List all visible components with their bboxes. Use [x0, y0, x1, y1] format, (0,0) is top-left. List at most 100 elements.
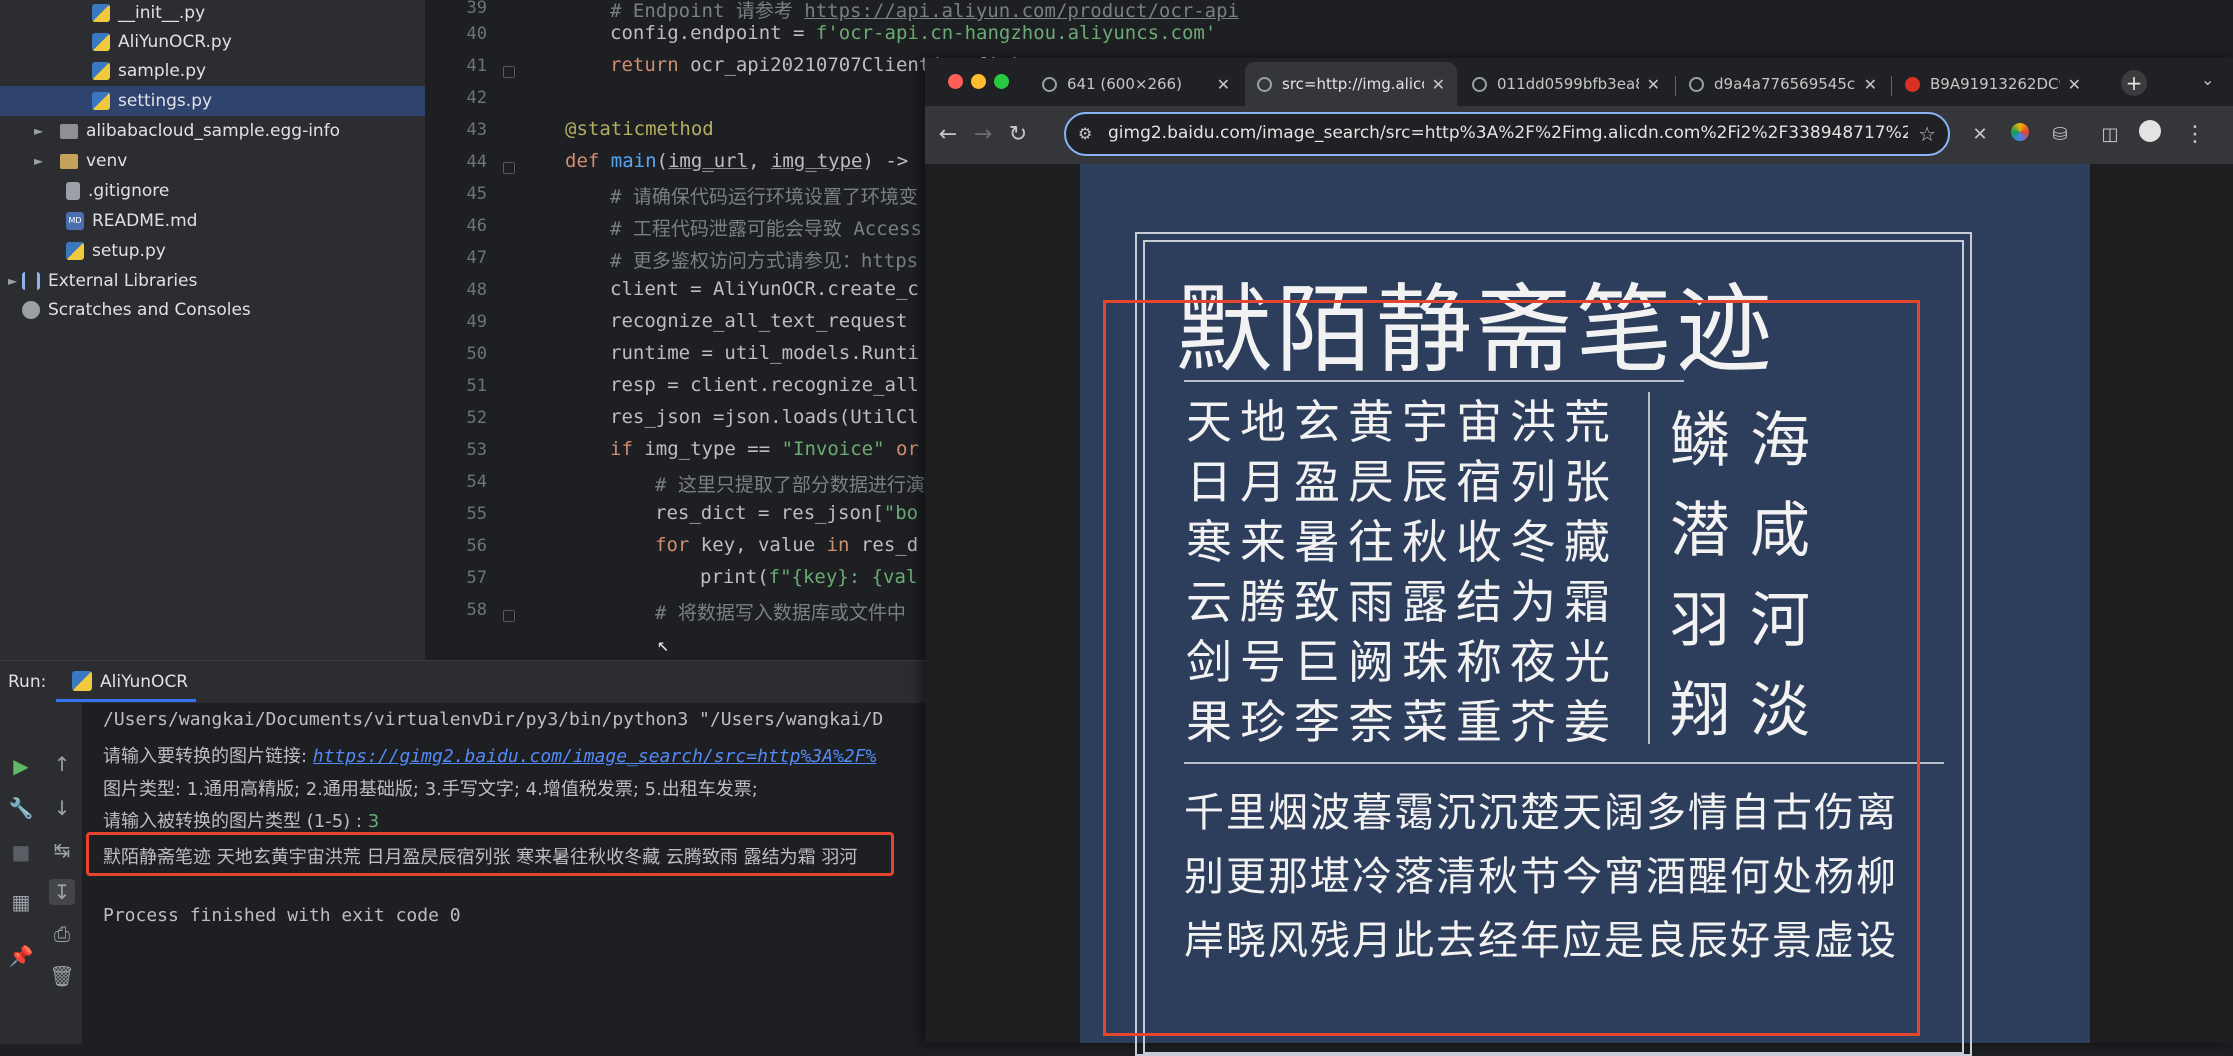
- browser-tab[interactable]: 641 (600×266) ✕: [1030, 62, 1242, 106]
- image-highlight-box: [1103, 300, 1920, 1036]
- line-number: 51: [466, 376, 487, 396]
- wrench-icon[interactable]: 🔧: [8, 795, 34, 821]
- python-file-icon: [92, 62, 110, 80]
- project-tree: __init__.py AliYunOCR.py sample.py setti…: [0, 0, 517, 660]
- globe-icon: [1472, 76, 1487, 92]
- tree-item-label: Scratches and Consoles: [48, 300, 251, 320]
- pin-icon[interactable]: 📌: [8, 943, 34, 969]
- fold-icon[interactable]: [503, 162, 515, 174]
- code-text: res_d: [860, 534, 919, 556]
- code-text: print(: [700, 566, 769, 588]
- code-editor[interactable]: 39 40 41 42 43 44 45 46 47 48 49 50 51 5…: [425, 0, 1239, 660]
- close-tab-icon[interactable]: ✕: [2068, 75, 2081, 94]
- forward-icon[interactable]: →: [968, 120, 998, 150]
- code-text: ) ->: [862, 150, 909, 172]
- fold-icon[interactable]: [503, 66, 515, 78]
- line-number: 45: [466, 184, 487, 204]
- browser-tab[interactable]: d9a4a776569545c ✕: [1677, 62, 1889, 106]
- code-string: "bo: [883, 502, 919, 524]
- stop-icon[interactable]: ■: [8, 839, 34, 865]
- console-url-link[interactable]: https://gimg2.baidu.com/image_search/src…: [313, 746, 877, 767]
- tree-item-label: README.md: [92, 211, 198, 231]
- scroll-to-end-icon[interactable]: ↧: [49, 879, 75, 905]
- reload-icon[interactable]: ↻: [1003, 120, 1033, 150]
- bookmark-star-icon[interactable]: ☆: [1918, 122, 1936, 146]
- back-icon[interactable]: ←: [933, 120, 963, 150]
- tree-item-label: venv: [86, 151, 128, 171]
- tree-item-gitignore[interactable]: .gitignore: [0, 176, 491, 206]
- globe-icon: [1042, 76, 1057, 92]
- chevron-right-icon[interactable]: ►: [8, 274, 22, 288]
- browser-tab[interactable]: 011dd0599bfb3ea8 ✕: [1460, 62, 1672, 106]
- tree-item-readme[interactable]: MD README.md: [0, 206, 491, 236]
- tree-item-label: settings.py: [118, 91, 213, 111]
- arrow-down-icon[interactable]: ↓: [49, 795, 75, 821]
- chevron-right-icon[interactable]: ►: [34, 154, 48, 168]
- browser-tab-active[interactable]: src=http://img.alicdn ✕: [1245, 62, 1457, 106]
- soft-wrap-icon[interactable]: ↹: [49, 837, 75, 863]
- tree-item-label: AliYunOCR.py: [118, 32, 232, 52]
- menu-icon[interactable]: ⋮: [2180, 120, 2210, 150]
- profile-avatar[interactable]: [2135, 120, 2165, 150]
- line-number: 39: [466, 0, 487, 18]
- tree-item-setup[interactable]: setup.py: [0, 236, 491, 266]
- python-file-icon: [92, 33, 110, 51]
- close-tab-icon[interactable]: ✕: [1432, 75, 1445, 94]
- line-number: 41: [466, 56, 487, 76]
- code-link[interactable]: https://api.aliyun.com/product/ocr-api: [804, 0, 1239, 22]
- close-icon[interactable]: ✕: [1965, 120, 1995, 150]
- run-header: Run: AliYunOCR: [0, 661, 925, 703]
- code-comment: # Endpoint 请参考: [610, 0, 805, 22]
- code-string: f"{key}: {val: [768, 566, 918, 588]
- fold-icon[interactable]: [503, 610, 515, 622]
- run-toolbar: ▶ 🔧 ■ ▦ 📌: [0, 703, 43, 1044]
- line-number: 57: [466, 568, 487, 588]
- address-bar[interactable]: ⚙ gimg2.baidu.com/image_search/src=http%…: [1064, 112, 1950, 156]
- line-number: 54: [466, 472, 487, 492]
- tab-search-icon[interactable]: ⌄: [2201, 70, 2214, 89]
- print-icon[interactable]: ⎙: [49, 921, 75, 947]
- tree-item-label: External Libraries: [48, 271, 198, 291]
- line-number: 52: [466, 408, 487, 428]
- site-info-icon[interactable]: ⚙: [1078, 124, 1092, 143]
- arrow-up-icon[interactable]: ↑: [49, 751, 75, 777]
- line-number: 50: [466, 344, 487, 364]
- close-window-icon[interactable]: [948, 74, 963, 89]
- library-icon: [22, 272, 40, 290]
- rerun-icon[interactable]: ▶: [8, 753, 34, 779]
- run-label: Run:: [8, 672, 47, 692]
- new-tab-icon[interactable]: +: [2121, 70, 2147, 96]
- code-text: img_type ==: [644, 438, 782, 460]
- python-file-icon: [92, 92, 110, 110]
- tab-title: 641 (600×266): [1067, 75, 1182, 93]
- minimize-window-icon[interactable]: [971, 74, 986, 89]
- layout-icon[interactable]: ▦: [8, 889, 34, 915]
- tree-item-external-libraries[interactable]: ► External Libraries: [0, 266, 433, 296]
- line-number: 46: [466, 216, 487, 236]
- code-text: runtime = util_models.Runti: [610, 342, 919, 364]
- close-tab-icon[interactable]: ✕: [1217, 75, 1230, 94]
- close-tab-icon[interactable]: ✕: [1647, 75, 1660, 94]
- tab-title: 011dd0599bfb3ea8: [1497, 75, 1639, 93]
- globe-icon: [1689, 76, 1704, 92]
- maximize-window-icon[interactable]: [994, 74, 1009, 89]
- run-tab-aliyunocr[interactable]: AliYunOCR: [100, 672, 188, 692]
- markdown-file-icon: MD: [66, 212, 84, 230]
- line-number: 44: [466, 152, 487, 172]
- code-text: resp = client.recognize_all: [610, 374, 919, 396]
- tree-item-scratches[interactable]: Scratches and Consoles: [0, 295, 447, 325]
- extensions-icon[interactable]: ⛁: [2045, 120, 2075, 150]
- code-string: "Invoice": [781, 438, 885, 460]
- tree-item-egg-info[interactable]: ► alibabacloud_sample.egg-info: [0, 116, 459, 146]
- line-number: 56: [466, 536, 487, 556]
- browser-tab[interactable]: B9A91913262DC9C ✕: [1893, 62, 2093, 106]
- close-tab-icon[interactable]: ✕: [1864, 75, 1877, 94]
- side-panel-icon[interactable]: ◫: [2095, 120, 2125, 150]
- url-text[interactable]: gimg2.baidu.com/image_search/src=http%3A…: [1108, 123, 1908, 143]
- code-keyword: return: [610, 54, 691, 76]
- tree-item-venv[interactable]: ► venv: [0, 146, 459, 176]
- code-param: img_url: [667, 150, 749, 172]
- trash-icon[interactable]: 🗑: [49, 963, 75, 989]
- extension-color-icon[interactable]: [2005, 120, 2035, 150]
- chevron-right-icon[interactable]: ►: [34, 124, 48, 138]
